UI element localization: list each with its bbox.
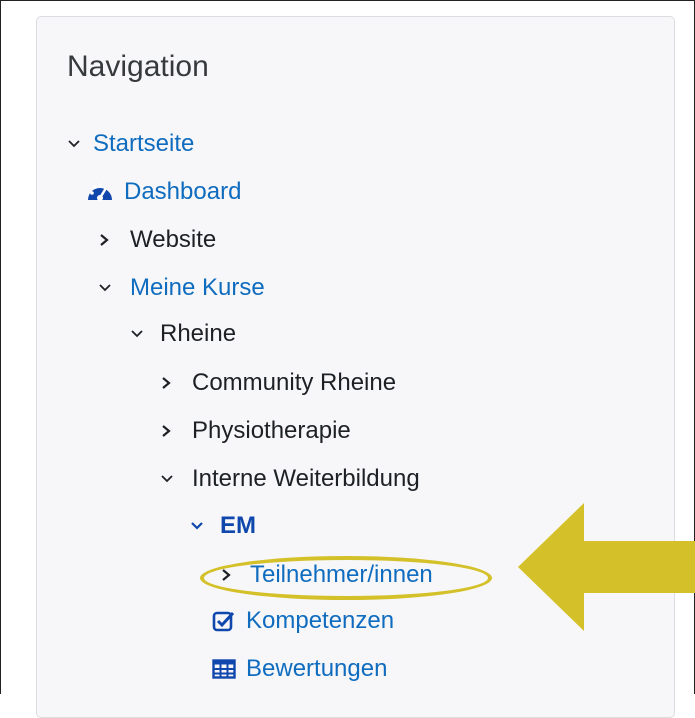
nav-label[interactable]: Community Rheine — [192, 369, 396, 397]
nav-label[interactable]: Rheine — [160, 320, 236, 348]
nav-label[interactable]: Website — [130, 226, 216, 254]
nav-label[interactable]: Kompetenzen — [246, 607, 394, 635]
annotation-arrow-icon — [518, 503, 695, 631]
chevron-right-icon — [98, 233, 130, 247]
nav-label[interactable]: Startseite — [93, 130, 194, 158]
chevron-down-icon — [130, 329, 160, 339]
tachometer-icon — [86, 180, 124, 204]
nav-item-em[interactable]: EM — [190, 511, 256, 541]
nav-label[interactable]: EM — [220, 512, 256, 540]
nav-item-rheine[interactable]: Rheine — [130, 319, 236, 349]
checkbox-icon — [212, 610, 246, 632]
nav-label[interactable]: Meine Kurse — [130, 274, 265, 302]
nav-item-bewertungen[interactable]: Bewertungen — [212, 654, 387, 684]
nav-item-community-rheine[interactable]: Community Rheine — [160, 368, 396, 398]
table-icon — [212, 659, 246, 679]
nav-label[interactable]: Dashboard — [124, 178, 241, 206]
nav-item-kompetenzen[interactable]: Kompetenzen — [212, 606, 394, 636]
nav-item-startseite[interactable]: Startseite — [67, 129, 194, 159]
chevron-down-icon — [160, 474, 192, 484]
nav-item-meine-kurse[interactable]: Meine Kurse — [98, 273, 265, 303]
chevron-right-icon — [160, 424, 192, 438]
chevron-down-icon — [98, 283, 130, 293]
chevron-down-icon — [190, 521, 220, 531]
nav-item-dashboard[interactable]: Dashboard — [86, 177, 241, 207]
block-title: Navigation — [67, 50, 209, 83]
nav-item-physiotherapie[interactable]: Physiotherapie — [160, 416, 351, 446]
chevron-down-icon — [67, 139, 93, 149]
nav-label[interactable]: Interne Weiterbildung — [192, 465, 420, 493]
nav-label[interactable]: Physiotherapie — [192, 417, 351, 445]
highlight-ellipse — [200, 556, 492, 600]
nav-label[interactable]: Bewertungen — [246, 655, 387, 683]
chevron-right-icon — [160, 376, 192, 390]
nav-item-website[interactable]: Website — [98, 225, 216, 255]
nav-item-interne-weiterbildung[interactable]: Interne Weiterbildung — [160, 464, 420, 494]
